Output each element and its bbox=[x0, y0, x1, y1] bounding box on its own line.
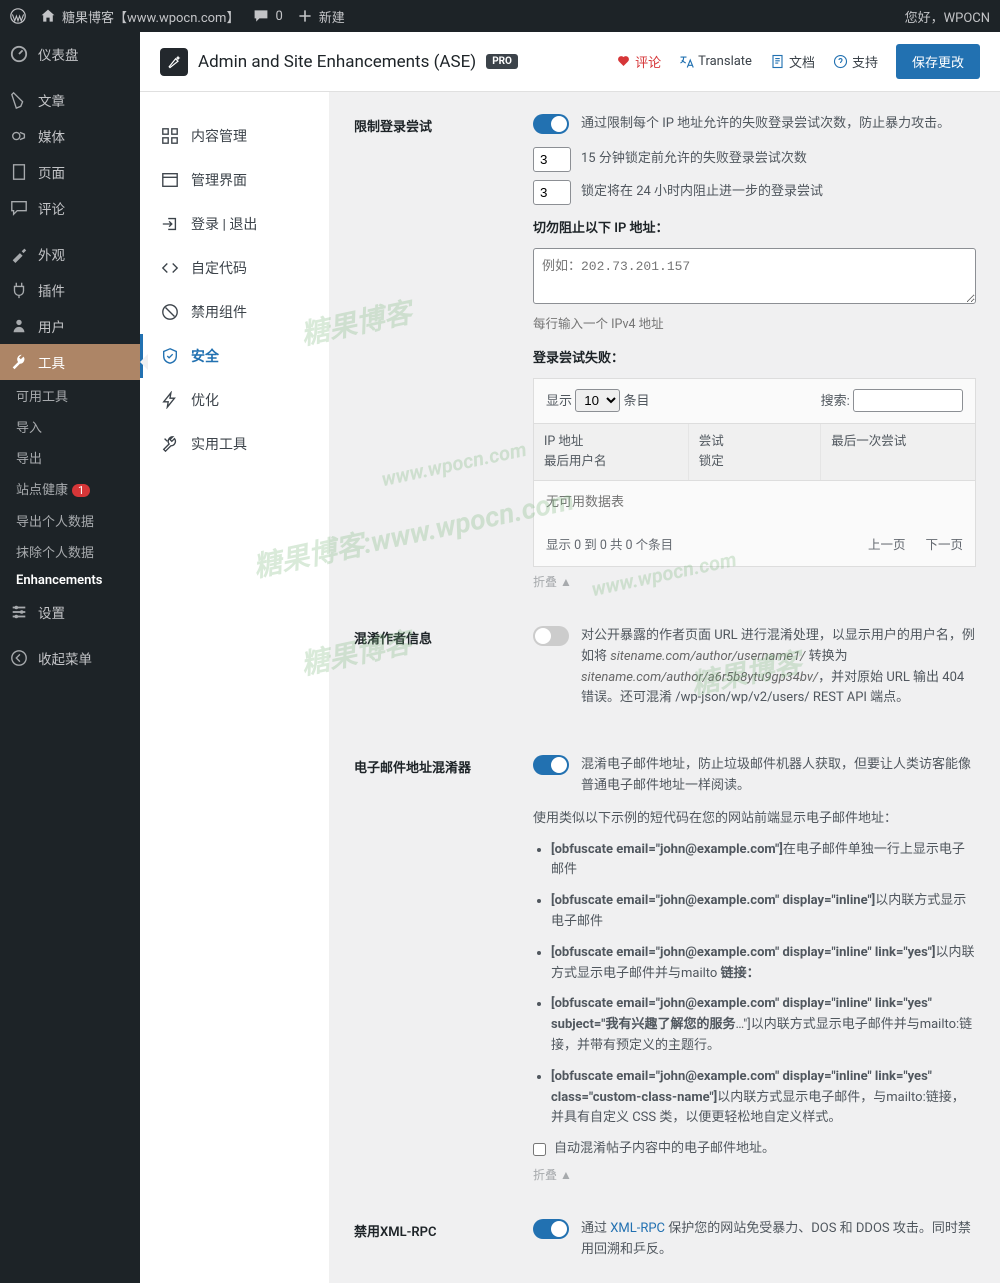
dt-search-input[interactable] bbox=[853, 389, 963, 412]
header-docs[interactable]: 文档 bbox=[770, 52, 815, 71]
field-desc: 对公开暴露的作者页面 URL 进行混淆处理，以显示用户的用户名，例如将 site… bbox=[581, 626, 976, 709]
submenu-available-tools[interactable]: 可用工具 bbox=[0, 380, 140, 411]
menu-pages[interactable]: 页面 bbox=[0, 154, 140, 190]
tab-security[interactable]: 安全 bbox=[140, 334, 329, 378]
tab-admin-ui[interactable]: 管理界面 bbox=[140, 158, 329, 202]
failed-logins-table: 显示 10 条目 搜索: IP 地址最后用户名 尝试锁定 最后一次尝试 无可用数 bbox=[533, 378, 976, 567]
dt-length-select[interactable]: 10 bbox=[575, 389, 620, 412]
field-label: 混淆作者信息 bbox=[354, 626, 509, 721]
field-label: 限制登录尝试 bbox=[354, 114, 509, 592]
submenu-enhancements[interactable]: Enhancements bbox=[0, 567, 140, 594]
dt-header: IP 地址最后用户名 尝试锁定 最后一次尝试 bbox=[534, 423, 975, 481]
field-disable-xmlrpc: 禁用XML-RPC 通过 XML-RPC 保护您的网站免受暴力、DOS 和 DD… bbox=[354, 1219, 976, 1261]
field-email-obfuscator: 电子邮件地址混淆器 混淆电子邮件地址，防止垃圾邮件机器人获取，但要让人类访客能像… bbox=[354, 755, 976, 1185]
submenu-import[interactable]: 导入 bbox=[0, 411, 140, 442]
pro-badge: PRO bbox=[486, 54, 518, 69]
admin-menu: 仪表盘 文章 媒体 页面 评论 外观 插件 用户 工具 可用工具 导入 导出 站… bbox=[0, 32, 140, 1283]
dt-info: 显示 0 到 0 共 0 个条目 bbox=[546, 536, 673, 556]
tab-content-mgmt[interactable]: 内容管理 bbox=[140, 114, 329, 158]
site-name[interactable]: 糖果博客【www.wpocn.com】 bbox=[40, 7, 239, 26]
lockout-text: 锁定将在 24 小时内阻止进一步的登录尝试 bbox=[581, 182, 823, 203]
toggle-obfuscate-author[interactable] bbox=[533, 626, 569, 646]
submenu-erase-personal[interactable]: 抹除个人数据 bbox=[0, 536, 140, 567]
page-header: Admin and Site Enhancements (ASE) PRO 评论… bbox=[140, 32, 1000, 92]
save-button[interactable]: 保存更改 bbox=[896, 44, 980, 79]
toggle-disable-xmlrpc[interactable] bbox=[533, 1219, 569, 1239]
user-greeting[interactable]: 您好，WPOCN bbox=[905, 7, 990, 26]
xmlrpc-link[interactable]: XML-RPC bbox=[610, 1221, 665, 1236]
comments-icon[interactable]: 0 bbox=[253, 8, 282, 24]
dt-empty: 无可用数据表 bbox=[534, 481, 975, 526]
field-desc: 通过限制每个 IP 地址允许的失败登录尝试次数，防止暴力攻击。 bbox=[581, 114, 950, 135]
header-review[interactable]: 评论 bbox=[616, 52, 661, 71]
tab-disable[interactable]: 禁用组件 bbox=[140, 290, 329, 334]
menu-dashboard[interactable]: 仪表盘 bbox=[0, 36, 140, 72]
dt-next[interactable]: 下一页 bbox=[925, 538, 963, 553]
menu-media[interactable]: 媒体 bbox=[0, 118, 140, 154]
toggle-email-obfuscator[interactable] bbox=[533, 755, 569, 775]
attempts-text: 15 分钟锁定前允许的失败登录尝试次数 bbox=[581, 149, 807, 170]
shortcode-list: [obfuscate email="john@example.com"]在电子邮… bbox=[551, 840, 976, 1130]
page-title: Admin and Site Enhancements (ASE) bbox=[198, 52, 476, 72]
header-translate[interactable]: Translate bbox=[679, 54, 752, 69]
wp-logo-icon[interactable] bbox=[10, 8, 26, 24]
submenu-export[interactable]: 导出 bbox=[0, 442, 140, 473]
tab-optimize[interactable]: 优化 bbox=[140, 378, 329, 422]
email-intro: 使用类似以下示例的短代码在您的网站前端显示电子邮件地址： bbox=[533, 809, 976, 830]
menu-comments[interactable]: 评论 bbox=[0, 190, 140, 226]
submenu-export-personal[interactable]: 导出个人数据 bbox=[0, 505, 140, 536]
new-content[interactable]: 新建 bbox=[297, 7, 345, 26]
menu-collapse[interactable]: 收起菜单 bbox=[0, 640, 140, 676]
submenu-site-health[interactable]: 站点健康1 bbox=[0, 473, 140, 505]
menu-appearance[interactable]: 外观 bbox=[0, 236, 140, 272]
dt-prev[interactable]: 上一页 bbox=[868, 538, 906, 553]
tab-custom-code[interactable]: 自定代码 bbox=[140, 246, 329, 290]
menu-users[interactable]: 用户 bbox=[0, 308, 140, 344]
collapse-hint[interactable]: 折叠 ▲ bbox=[533, 573, 976, 592]
menu-settings[interactable]: 设置 bbox=[0, 594, 140, 630]
menu-plugins[interactable]: 插件 bbox=[0, 272, 140, 308]
auto-obfuscate-label: 自动混淆帖子内容中的电子邮件地址。 bbox=[554, 1139, 775, 1160]
field-label: 电子邮件地址混淆器 bbox=[354, 755, 509, 1185]
field-desc: 通过 XML-RPC 保护您的网站免受暴力、DOS 和 DDOS 攻击。同时禁用… bbox=[581, 1219, 976, 1261]
field-label: 禁用XML-RPC bbox=[354, 1219, 509, 1261]
ip-whitelist-textarea[interactable] bbox=[533, 248, 976, 304]
content-area: Admin and Site Enhancements (ASE) PRO 评论… bbox=[140, 32, 1000, 1283]
field-desc: 混淆电子邮件地址，防止垃圾邮件机器人获取，但要让人类访客能像普通电子邮件地址一样… bbox=[581, 755, 976, 797]
ip-whitelist-label: 切勿阻止以下 IP 地址： bbox=[533, 219, 976, 240]
toggle-limit-login[interactable] bbox=[533, 114, 569, 134]
tab-login-logout[interactable]: 登录 | 退出 bbox=[140, 202, 329, 246]
header-support[interactable]: 支持 bbox=[833, 52, 878, 71]
input-lockout[interactable] bbox=[533, 180, 571, 205]
menu-tools[interactable]: 工具 bbox=[0, 344, 140, 380]
field-limit-login: 限制登录尝试 通过限制每个 IP 地址允许的失败登录尝试次数，防止暴力攻击。 1… bbox=[354, 114, 976, 592]
tabs-sidebar: 内容管理 管理界面 登录 | 退出 自定代码 禁用组件 安全 优化 实用工具 bbox=[140, 92, 330, 1283]
ip-hint: 每行输入一个 IPv4 地址 bbox=[533, 315, 976, 335]
plugin-logo-icon bbox=[160, 48, 188, 76]
field-obfuscate-author: 混淆作者信息 对公开暴露的作者页面 URL 进行混淆处理，以显示用户的用户名，例… bbox=[354, 626, 976, 721]
auto-obfuscate-checkbox[interactable] bbox=[533, 1143, 546, 1156]
settings-panel: 糖果博客 www.wpocn.com 糖果博客:www.wpocn.com ww… bbox=[330, 92, 1000, 1283]
collapse-hint[interactable]: 折叠 ▲ bbox=[533, 1166, 976, 1185]
input-attempts[interactable] bbox=[533, 147, 571, 172]
menu-posts[interactable]: 文章 bbox=[0, 82, 140, 118]
tab-utilities[interactable]: 实用工具 bbox=[140, 422, 329, 466]
admin-bar: 糖果博客【www.wpocn.com】 0 新建 您好，WPOCN bbox=[0, 0, 1000, 32]
failures-label: 登录尝试失败： bbox=[533, 349, 976, 370]
